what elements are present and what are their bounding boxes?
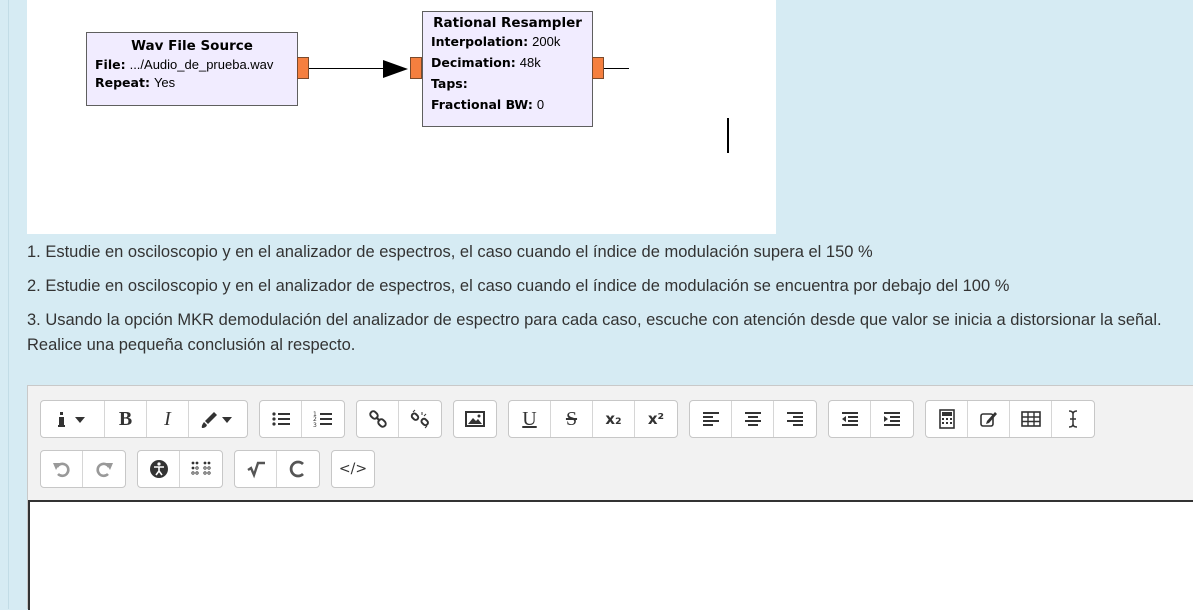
image-icon [465, 411, 485, 427]
bold-button[interactable]: B [105, 401, 147, 437]
strikethrough-icon: S [565, 407, 578, 430]
subscript-icon: x₂ [605, 410, 622, 428]
toolbar-group-style: B I [40, 400, 248, 438]
ordered-list-button[interactable]: 123 [302, 401, 344, 437]
image-button[interactable] [454, 401, 496, 437]
brush-icon [201, 412, 232, 428]
block-param: Interpolation: 200k [431, 34, 561, 49]
underline-icon: U [522, 407, 537, 430]
underline-button[interactable]: U [509, 401, 551, 437]
text-caret [727, 118, 729, 153]
bold-icon: B [118, 407, 133, 430]
math-editor-button[interactable] [235, 451, 277, 487]
block-param: Decimation: 48k [431, 55, 541, 70]
calculator-icon [938, 409, 955, 429]
clear-formatting-button[interactable] [1052, 401, 1094, 437]
source-output-port [297, 57, 309, 79]
toolbar-row-1: B I 123 U S x₂ x² [40, 400, 1095, 438]
toolbar-group-tools [925, 400, 1095, 438]
toolbar-group-media [453, 400, 497, 438]
output-stub-wire [604, 68, 629, 69]
square-root-icon [246, 461, 265, 479]
italic-icon: I [164, 407, 171, 430]
resampler-input-port [410, 57, 422, 79]
equation-button[interactable] [926, 401, 968, 437]
undo-button[interactable] [41, 451, 83, 487]
align-center-button[interactable] [732, 401, 774, 437]
link-button[interactable] [357, 401, 399, 437]
align-right-icon [787, 412, 803, 426]
flowgraph-diagram: Wav File Source File: .../Audio_de_prueb… [27, 0, 776, 234]
accessibility-icon [149, 460, 168, 478]
align-right-button[interactable] [774, 401, 816, 437]
svg-text:3: 3 [313, 422, 317, 429]
table-icon [1020, 411, 1041, 427]
align-left-icon [702, 412, 719, 426]
editor-content-area[interactable] [28, 500, 1193, 610]
braille-icon [191, 461, 211, 475]
unlink-icon [410, 409, 429, 429]
align-center-icon [744, 412, 761, 426]
unlink-button[interactable] [399, 401, 441, 437]
toolbar-group-html: </> [331, 450, 375, 488]
strikethrough-button[interactable]: S [551, 401, 593, 437]
block-title: Rational Resampler [433, 15, 582, 31]
toolbar-group-indent [828, 400, 914, 438]
toolbar-group-accessibility [137, 450, 223, 488]
undo-icon [52, 462, 70, 478]
instruction-list: 1. Estudie en osciloscopio y en el anali… [27, 240, 1187, 367]
resampler-output-port [592, 57, 604, 79]
block-title: Wav File Source [131, 38, 253, 54]
edit-icon [979, 412, 997, 427]
toolbar-group-align [689, 400, 817, 438]
toolbar-group-format: U S x₂ x² [508, 400, 678, 438]
chemistry-icon [289, 460, 304, 478]
redo-button[interactable] [83, 451, 125, 487]
table-button[interactable] [1010, 401, 1052, 437]
left-border [0, 0, 9, 609]
align-left-button[interactable] [690, 401, 732, 437]
block-param: Taps: [431, 76, 468, 91]
screenreader-helper-button[interactable] [180, 451, 222, 487]
indent-button[interactable] [871, 401, 913, 437]
rational-resampler-block: Rational Resampler Interpolation: 200k D… [422, 11, 593, 127]
info-icon [57, 412, 85, 427]
paragraph-style-button[interactable] [41, 401, 105, 437]
italic-button[interactable]: I [147, 401, 189, 437]
chemistry-editor-button[interactable] [277, 451, 319, 487]
toolbar-group-lists: 123 [259, 400, 345, 438]
instruction-item: 2. Estudie en osciloscopio y en el anali… [27, 277, 1010, 295]
text-color-button[interactable] [189, 401, 247, 437]
unordered-list-button[interactable] [260, 401, 302, 437]
superscript-icon: x² [647, 410, 665, 428]
link-icon [368, 410, 387, 428]
redo-icon [96, 462, 113, 478]
toolbar-group-links [356, 400, 442, 438]
outdent-icon [841, 412, 858, 426]
outdent-button[interactable] [829, 401, 871, 437]
subscript-button[interactable]: x₂ [593, 401, 635, 437]
superscript-button[interactable]: x² [635, 401, 677, 437]
unordered-list-icon [271, 412, 290, 426]
instruction-item: 1. Estudie en osciloscopio y en el anali… [27, 243, 873, 261]
html-source-button[interactable]: </> [332, 451, 374, 487]
accessibility-checker-button[interactable] [138, 451, 180, 487]
edit-button[interactable] [968, 401, 1010, 437]
block-param: Repeat: Yes [95, 75, 176, 90]
toolbar-row-2: </> [40, 450, 375, 488]
ordered-list-icon: 123 [313, 411, 332, 429]
instruction-item: 3. Usando la opción MKR demodulación del… [27, 311, 1162, 354]
rich-text-editor: B I 123 U S x₂ x² </> [27, 385, 1193, 610]
arrow-icon [383, 60, 408, 78]
block-param: Fractional BW: 0 [431, 97, 545, 112]
toolbar-group-math [234, 450, 320, 488]
html-code-icon: </> [338, 461, 368, 477]
indent-icon [884, 412, 900, 426]
wav-file-source-block: Wav File Source File: .../Audio_de_prueb… [86, 32, 298, 106]
text-cursor-icon [1068, 410, 1078, 428]
toolbar-group-history [40, 450, 126, 488]
